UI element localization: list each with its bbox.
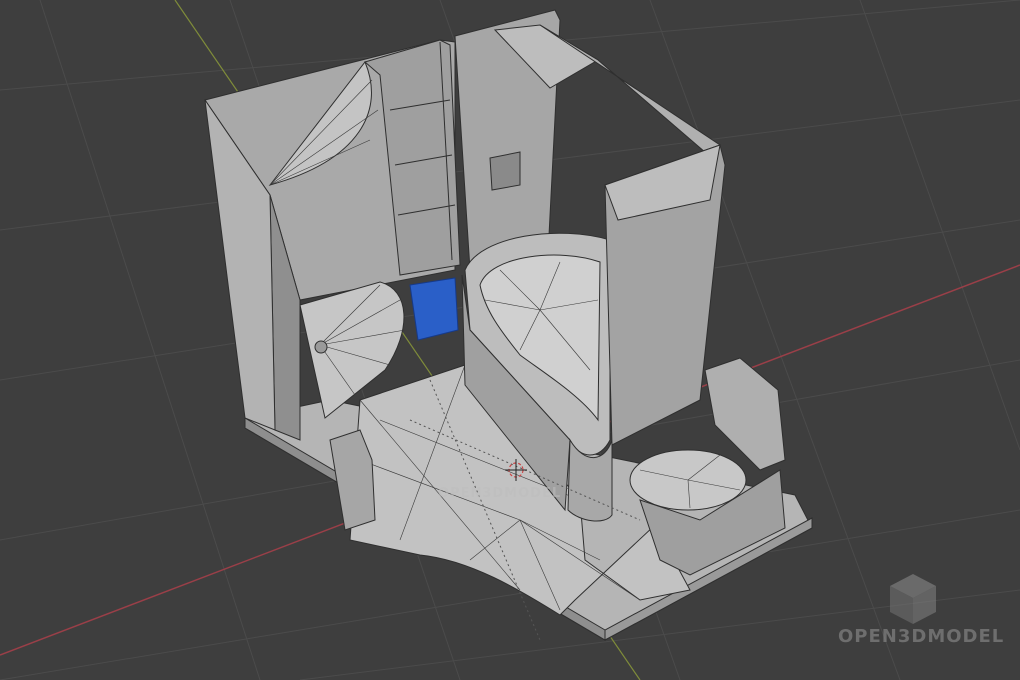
watermark-inline: OPEN3DMODEL	[438, 486, 562, 501]
right-wall[interactable]	[604, 144, 726, 446]
sink-drain-icon	[314, 340, 328, 354]
watermark-brand: OPEN3DMODEL	[838, 626, 1005, 647]
cube-logo-icon	[890, 574, 936, 624]
3d-viewport[interactable]: OPEN3DMODEL OPEN3DMODEL	[0, 0, 1020, 680]
viewport-scene[interactable]	[0, 0, 1020, 680]
towel-selected[interactable]	[409, 277, 459, 341]
